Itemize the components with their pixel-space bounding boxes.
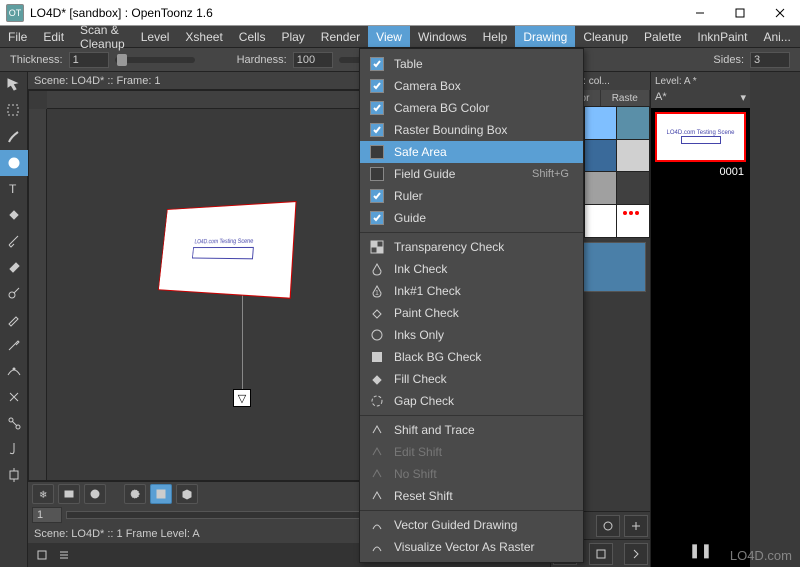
view-check-button[interactable] [124, 484, 146, 504]
sides-label: Sides: [713, 54, 744, 66]
menu-play[interactable]: Play [273, 26, 312, 47]
menu-item-camera-box[interactable]: Camera Box [360, 75, 583, 97]
menu-file[interactable]: File [0, 26, 35, 47]
menu-view[interactable]: View [368, 26, 410, 47]
freeze-button[interactable]: ❄ [32, 484, 54, 504]
style-auto-button[interactable] [596, 515, 620, 537]
room-tab-inknpaint[interactable]: InknPaint [689, 26, 755, 47]
menu-scan-cleanup[interactable]: Scan & Cleanup [72, 26, 133, 47]
camera-handle[interactable]: ▽ [233, 389, 251, 407]
menu-item-ink-1-check[interactable]: 1Ink#1 Check [360, 280, 583, 302]
texture-swatch[interactable] [617, 205, 649, 237]
menu-item-visualize-vector-as-raster[interactable]: Visualize Vector As Raster [360, 536, 583, 558]
thickness-label: Thickness: [10, 54, 63, 66]
menu-item-vector-guided-drawing[interactable]: Vector Guided Drawing [360, 514, 583, 536]
geometry-tool[interactable] [0, 150, 28, 176]
menu-help[interactable]: Help [475, 26, 516, 47]
close-button[interactable] [760, 0, 800, 26]
menu-item-guide[interactable]: Guide [360, 207, 583, 229]
thickness-slider[interactable] [115, 57, 195, 63]
texture-swatch[interactable] [585, 205, 617, 237]
texture-swatch[interactable] [585, 140, 617, 172]
menu-item-ink-check[interactable]: Ink Check [360, 258, 583, 280]
control-point-tool[interactable] [0, 358, 28, 384]
room-tab-ani-[interactable]: Ani... [755, 26, 798, 47]
preview-button[interactable] [84, 484, 106, 504]
texture-swatch[interactable] [585, 172, 617, 204]
3d-view-button[interactable] [176, 484, 198, 504]
texture-swatch[interactable] [617, 140, 649, 172]
app-icon: OT [6, 4, 24, 22]
current-frame[interactable]: 1 [32, 507, 62, 523]
edit-tool[interactable] [0, 72, 28, 98]
menu-item-black-bg-check[interactable]: Black BG Check [360, 346, 583, 368]
svg-text:T: T [9, 182, 17, 196]
style-add-button[interactable] [624, 515, 648, 537]
drawing-page: LO4D.com Testing Scene [158, 201, 297, 299]
fill-tool[interactable] [0, 202, 28, 228]
window-title: LO4D* [sandbox] : OpenToonz 1.6 [30, 6, 680, 20]
style-picker-tool[interactable] [0, 306, 28, 332]
select-tool[interactable] [0, 98, 28, 124]
thickness-input[interactable] [69, 52, 109, 68]
style-next-button[interactable] [624, 543, 648, 565]
menu-item-safe-area[interactable]: Safe Area [360, 141, 583, 163]
skeleton-tool[interactable] [0, 410, 28, 436]
new-level-button[interactable] [32, 545, 52, 565]
svg-text:1: 1 [375, 290, 379, 297]
menu-xsheet[interactable]: Xsheet [177, 26, 230, 47]
menu-item-raster-bounding-box[interactable]: Raster Bounding Box [360, 119, 583, 141]
style-tab-raste[interactable]: Raste [601, 90, 651, 106]
frame-number: 0001 [651, 166, 750, 178]
texture-swatch[interactable] [617, 107, 649, 139]
style-menu-button[interactable] [589, 543, 613, 565]
level-frame-thumb[interactable]: LO4D.com Testing Scene [655, 112, 746, 162]
menu-windows[interactable]: Windows [410, 26, 475, 47]
menu-item-inks-only[interactable]: Inks Only [360, 324, 583, 346]
menu-render[interactable]: Render [313, 26, 368, 47]
camera-view-button[interactable] [150, 484, 172, 504]
hardness-input[interactable] [293, 52, 333, 68]
tape-tool[interactable] [0, 280, 28, 306]
camera-preview-button[interactable] [58, 484, 80, 504]
room-tab-cleanup[interactable]: Cleanup [575, 26, 636, 47]
hook-tool[interactable] [0, 436, 28, 462]
level-strip-title: Level: A * [651, 72, 750, 90]
texture-swatch[interactable] [585, 107, 617, 139]
menu-item-camera-bg-color[interactable]: Camera BG Color [360, 97, 583, 119]
eraser-tool[interactable] [0, 254, 28, 280]
menu-item-paint-check[interactable]: Paint Check [360, 302, 583, 324]
menu-item-field-guide[interactable]: Field GuideShift+G [360, 163, 583, 185]
svg-text:❄: ❄ [39, 490, 47, 500]
room-tab-drawing[interactable]: Drawing [515, 26, 575, 47]
menu-item-fill-check[interactable]: Fill Check [360, 368, 583, 390]
toggle-xsheet-button[interactable] [54, 545, 74, 565]
brush-tool[interactable] [0, 124, 28, 150]
menu-level[interactable]: Level [133, 26, 178, 47]
level-selector[interactable]: A* ▾ [651, 90, 750, 108]
hardness-label: Hardness: [237, 54, 287, 66]
tracker-tool[interactable] [0, 462, 28, 488]
menu-item-reset-shift[interactable]: Reset Shift [360, 485, 583, 507]
menu-cells[interactable]: Cells [231, 26, 274, 47]
sides-input[interactable] [750, 52, 790, 68]
texture-swatch[interactable] [617, 172, 649, 204]
menu-item-no-shift: No Shift [360, 463, 583, 485]
minimize-button[interactable] [680, 0, 720, 26]
menu-item-ruler[interactable]: Ruler [360, 185, 583, 207]
menu-item-table[interactable]: Table [360, 53, 583, 75]
menu-item-transparency-check[interactable]: Transparency Check [360, 236, 583, 258]
pinch-tool[interactable] [0, 384, 28, 410]
maximize-button[interactable] [720, 0, 760, 26]
room-tab-palette[interactable]: Palette [636, 26, 689, 47]
menu-item-shift-and-trace[interactable]: Shift and Trace [360, 419, 583, 441]
playback-pause-icon[interactable]: ❚❚ [689, 542, 712, 559]
menu-item-gap-check[interactable]: Gap Check [360, 390, 583, 412]
rgb-picker-tool[interactable] [0, 332, 28, 358]
paint-brush-tool[interactable] [0, 228, 28, 254]
menu-item-edit-shift: Edit Shift [360, 441, 583, 463]
menu-edit[interactable]: Edit [35, 26, 72, 47]
type-tool[interactable]: T [0, 176, 28, 202]
ruler-vertical[interactable] [29, 109, 47, 480]
